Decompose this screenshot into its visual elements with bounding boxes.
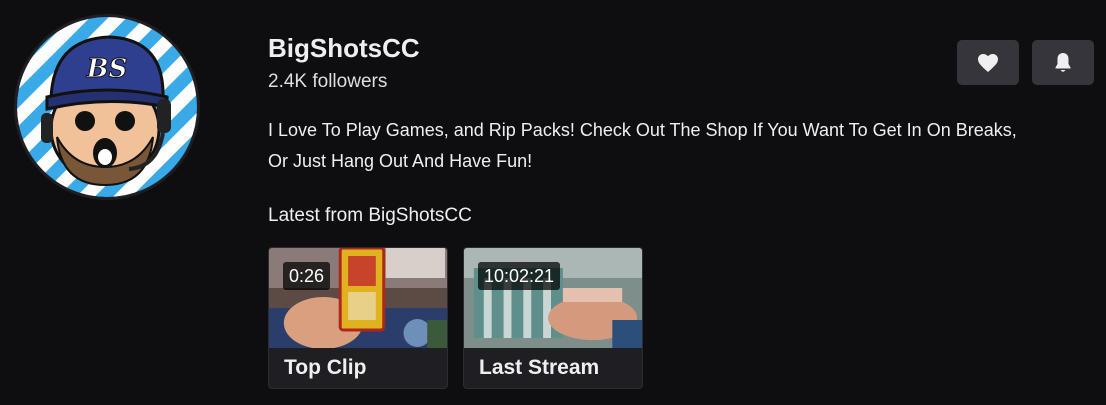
last-stream-label: Last Stream <box>479 356 600 379</box>
last-stream-card[interactable]: 10:02:21 Last Stream <box>463 247 643 389</box>
channel-name[interactable]: BigShotsCC <box>268 33 420 64</box>
follower-count: 2.4K followers <box>268 71 388 92</box>
top-clip-thumbnail: 0:26 <box>269 248 447 348</box>
top-clip-card[interactable]: 0:26 Top Clip <box>268 247 448 389</box>
channel-bio: I Love To Play Games, and Rip Packs! Che… <box>268 120 1017 171</box>
follow-button[interactable] <box>957 40 1019 85</box>
cartoon-avatar-icon: BS <box>17 17 197 197</box>
last-stream-thumbnail: 10:02:21 <box>464 248 642 348</box>
latest-heading: Latest from BigShotsCC <box>268 205 472 226</box>
stream-duration: 10:02:21 <box>478 262 561 290</box>
clip-duration: 0:26 <box>283 262 331 290</box>
heart-icon <box>978 53 998 72</box>
notifications-button[interactable] <box>1032 40 1094 85</box>
avatar-monogram: BS <box>86 54 128 84</box>
top-clip-label: Top Clip <box>284 356 367 379</box>
channel-avatar[interactable]: BS <box>14 14 200 200</box>
bell-icon <box>1055 52 1071 72</box>
